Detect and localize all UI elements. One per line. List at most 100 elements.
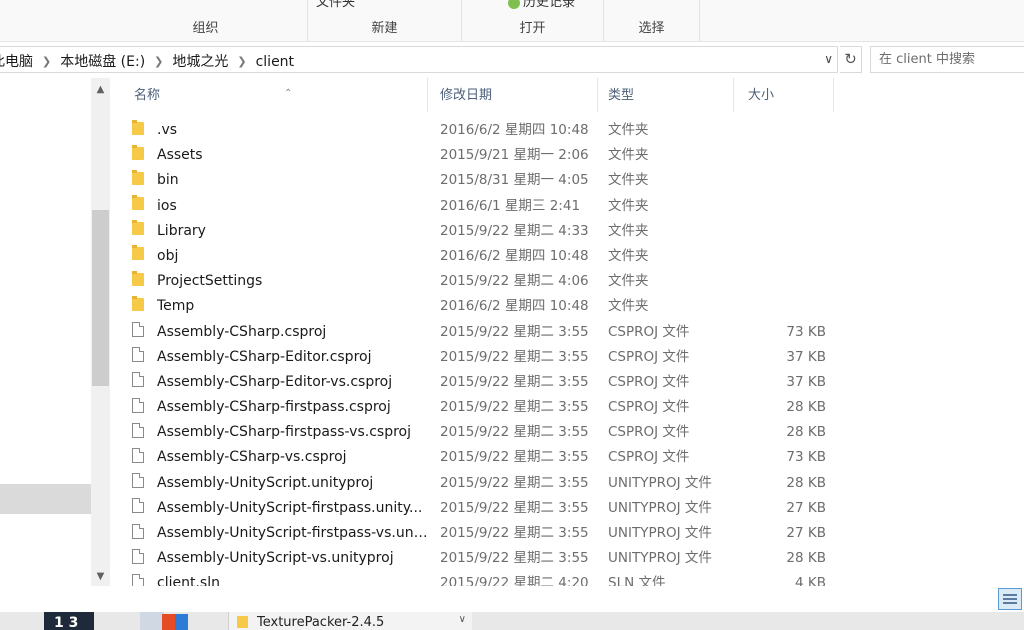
file-date: 2015/9/22 星期二 3:55 xyxy=(440,373,589,390)
column-header-label: 修改日期 xyxy=(440,88,493,103)
file-row[interactable]: Assets 2015/9/21 星期一 2:06 文件夹 xyxy=(112,143,1024,168)
crumb-drive[interactable]: 本地磁盘 (E:) xyxy=(60,51,145,71)
file-type: 文件夹 xyxy=(608,298,649,315)
file-type: 文件夹 xyxy=(608,222,649,239)
refresh-icon[interactable]: ↻ xyxy=(840,46,862,73)
file-name-cell: Assembly-UnityScript-firstpass.unity... xyxy=(132,496,430,521)
file-icon xyxy=(132,473,144,489)
file-date: 2015/9/22 星期二 3:55 xyxy=(440,323,589,340)
file-row[interactable]: obj 2016/6/2 星期四 10:48 文件夹 xyxy=(112,244,1024,269)
file-icon xyxy=(132,548,144,564)
scroll-up-icon[interactable]: ▲ xyxy=(91,80,110,99)
file-type: 文件夹 xyxy=(608,197,649,214)
scroll-thumb[interactable] xyxy=(92,210,109,386)
crumb-this-pc[interactable]: 此电脑 xyxy=(0,51,33,71)
ribbon-group-label: 新建 xyxy=(371,21,398,36)
address-bar[interactable]: 此电脑 ❯ 本地磁盘 (E:) ❯ 地城之光 ❯ client ∨ xyxy=(0,46,838,73)
file-name-cell: Assembly-CSharp-firstpass-vs.csproj xyxy=(132,420,430,445)
nav-selected-item[interactable] xyxy=(0,484,91,514)
file-row[interactable]: Assembly-CSharp-firstpass.csproj 2015/9/2… xyxy=(112,395,1024,420)
column-header-row: 名称 ⌃ 修改日期 类型 大小 xyxy=(112,78,1024,112)
file-row[interactable]: Assembly-UnityScript-firstpass-vs.uni...… xyxy=(112,521,1024,546)
file-name: Assembly-CSharp-firstpass-vs.csproj xyxy=(157,424,411,441)
chevron-right-icon[interactable]: ❯ xyxy=(154,55,163,68)
file-icon xyxy=(132,397,144,413)
ribbon-group-select[interactable]: 选择 xyxy=(604,0,700,41)
taskbar-app-button[interactable] xyxy=(162,614,188,630)
file-row[interactable]: client.sln 2015/9/22 星期二 4:20 SLN 文件 4 KB xyxy=(112,571,1024,586)
column-header-label: 类型 xyxy=(608,88,635,103)
file-row[interactable]: bin 2015/8/31 星期一 4:05 文件夹 xyxy=(112,168,1024,193)
folder-icon xyxy=(132,220,144,236)
ribbon-group-new[interactable]: 文件夹 新建 xyxy=(308,0,462,41)
column-header-size[interactable]: 大小 xyxy=(738,78,834,112)
file-date: 2016/6/1 星期三 2:41 xyxy=(440,197,581,214)
column-header-type[interactable]: 类型 xyxy=(598,78,734,112)
file-type: UNITYPROJ 文件 xyxy=(608,525,712,541)
scroll-down-icon[interactable]: ▼ xyxy=(91,567,110,586)
file-name-cell: Temp xyxy=(132,294,430,319)
file-type: CSPROJ 文件 xyxy=(608,424,690,441)
ribbon-cut-label: 文件夹 xyxy=(316,0,356,10)
search-box[interactable] xyxy=(870,46,1024,73)
file-date: 2015/9/22 星期二 4:20 xyxy=(440,575,589,586)
file-row[interactable]: Assembly-CSharp-firstpass-vs.csproj 2015/… xyxy=(112,420,1024,445)
sort-ascending-icon: ⌃ xyxy=(284,88,293,99)
file-row[interactable]: Assembly-CSharp-Editor.csproj 2015/9/22 星… xyxy=(112,345,1024,370)
file-date: 2015/9/22 星期二 3:55 xyxy=(440,449,589,466)
file-name-cell: ProjectSettings xyxy=(132,269,430,294)
file-name: Assembly-UnityScript-firstpass-vs.uni... xyxy=(157,525,430,541)
file-row[interactable]: Assembly-UnityScript-firstpass.unity... 2… xyxy=(112,496,1024,521)
file-name: Temp xyxy=(157,298,195,315)
file-name: .vs xyxy=(157,122,178,138)
taskbar-window-item[interactable]: TexturePacker-2.4.5 ∨ xyxy=(228,612,472,630)
chevron-down-icon[interactable]: ∨ xyxy=(459,614,466,625)
nav-scrollbar[interactable]: ▲ ▼ xyxy=(91,78,110,588)
file-row[interactable]: Assembly-CSharp.csproj 2015/9/22 星期二 3:55… xyxy=(112,320,1024,345)
file-date: 2016/6/2 星期四 10:48 xyxy=(440,247,589,264)
file-row[interactable]: Assembly-UnityScript.unityproj 2015/9/22 … xyxy=(112,471,1024,496)
file-name: Library xyxy=(157,222,206,239)
file-type: UNITYPROJ 文件 xyxy=(608,474,712,491)
file-name: Assets xyxy=(157,147,203,164)
file-row[interactable]: Assembly-CSharp-vs.csproj 2015/9/22 星期二 3… xyxy=(112,445,1024,470)
chevron-right-icon[interactable]: ❯ xyxy=(42,55,51,68)
search-input[interactable] xyxy=(871,47,1024,72)
history-icon xyxy=(508,0,520,9)
file-row[interactable]: Library 2015/9/22 星期二 4:33 文件夹 xyxy=(112,219,1024,244)
file-name-cell: Assets xyxy=(132,143,430,168)
file-name: Assembly-CSharp-firstpass.csproj xyxy=(157,399,391,416)
file-date: 2015/9/22 星期二 3:55 xyxy=(440,424,589,441)
file-row[interactable]: Temp 2016/6/2 星期四 10:48 文件夹 xyxy=(112,294,1024,319)
crumb-folder[interactable]: 地城之光 xyxy=(172,51,228,71)
file-size: 37 KB xyxy=(786,348,826,365)
file-name: Assembly-CSharp-Editor.csproj xyxy=(157,348,372,365)
column-header-name[interactable]: 名称 ⌃ xyxy=(124,78,428,112)
ribbon-group-label: 组织 xyxy=(192,21,219,36)
file-row[interactable]: ProjectSettings 2015/9/22 星期二 4:06 文件夹 xyxy=(112,269,1024,294)
file-date: 2015/9/22 星期二 4:06 xyxy=(440,273,589,290)
chevron-down-icon[interactable]: ∨ xyxy=(824,52,833,66)
file-row[interactable]: .vs 2016/6/2 星期四 10:48 文件夹 xyxy=(112,118,1024,143)
file-type: 文件夹 xyxy=(608,273,649,290)
file-date: 2015/9/22 星期二 4:33 xyxy=(440,222,589,239)
folder-icon xyxy=(132,144,144,160)
details-view-icon[interactable] xyxy=(998,588,1022,610)
column-header-date[interactable]: 修改日期 xyxy=(430,78,598,112)
chevron-right-icon[interactable]: ❯ xyxy=(237,55,246,68)
file-size: 37 KB xyxy=(786,373,826,390)
crumb-current[interactable]: client xyxy=(256,54,294,70)
file-icon xyxy=(132,372,144,388)
ribbon-group-open[interactable]: 历史记录 打开 xyxy=(462,0,604,41)
ribbon-group-organize[interactable]: 组织 xyxy=(104,0,308,41)
navigation-pane[interactable] xyxy=(0,78,91,608)
file-name-cell: Library xyxy=(132,219,430,244)
file-row[interactable]: ios 2016/6/1 星期三 2:41 文件夹 xyxy=(112,194,1024,219)
taskbar: 1 3 TexturePacker-2.4.5 ∨ xyxy=(0,612,1024,630)
taskbar-app-button[interactable]: 1 3 xyxy=(44,612,94,630)
file-row[interactable]: Assembly-UnityScript-vs.unityproj 2015/9/… xyxy=(112,546,1024,571)
file-row[interactable]: Assembly-CSharp-Editor-vs.csproj 2015/9/2… xyxy=(112,370,1024,395)
file-size: 28 KB xyxy=(786,424,826,441)
taskbar-app-button[interactable] xyxy=(140,612,164,630)
file-size: 73 KB xyxy=(786,323,826,340)
